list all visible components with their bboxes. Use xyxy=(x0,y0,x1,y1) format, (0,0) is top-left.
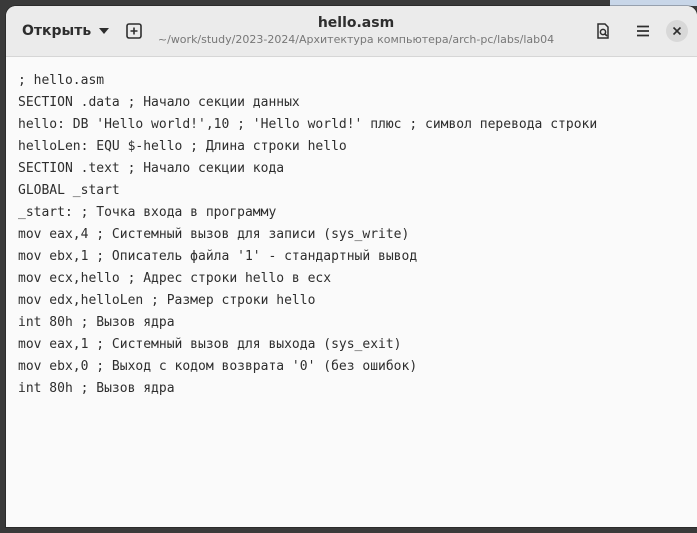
open-button-label: Открыть xyxy=(22,23,92,39)
code-line: mov ebx,0 ; Выход с кодом возврата '0' (… xyxy=(18,359,418,374)
code-line: _start: ; Точка входа в программу xyxy=(18,205,277,220)
document-title: hello.asm xyxy=(317,15,395,31)
code-line: GLOBAL _start xyxy=(18,183,120,198)
code-line: mov ebx,1 ; Описатель файла '1' - станда… xyxy=(18,249,418,264)
find-button[interactable] xyxy=(589,17,617,45)
close-button[interactable] xyxy=(666,20,688,42)
code-line: mov ecx,hello ; Адрес строки hello в ecx xyxy=(18,271,332,286)
code-line: helloLen: EQU $-hello ; Длина строки hel… xyxy=(18,139,347,154)
code-line: mov edx,helloLen ; Размер строки hello xyxy=(18,293,316,308)
code-line: SECTION .text ; Начало секции кода xyxy=(18,161,285,176)
code-line: hello: DB 'Hello world!',10 ; 'Hello wor… xyxy=(18,117,598,132)
text-editor-window: Открыть hello.asm ~/work/study/2023-2024… xyxy=(6,6,697,527)
code-line: int 80h ; Вызов ядра xyxy=(18,381,175,396)
main-menu-button[interactable] xyxy=(629,17,657,45)
chevron-down-icon xyxy=(99,28,110,34)
code-line: ; hello.asm xyxy=(18,73,105,88)
open-button[interactable]: Открыть xyxy=(14,17,117,45)
document-path: ~/work/study/2023-2024/Архитектура компь… xyxy=(157,33,555,46)
new-tab-button[interactable] xyxy=(120,17,148,45)
code-line: mov eax,4 ; Системный вызов для записи (… xyxy=(18,227,410,242)
code-line: mov eax,1 ; Системный вызов для выхода (… xyxy=(18,337,402,352)
code-content: ; hello.asm SECTION .data ; Начало секци… xyxy=(18,70,597,400)
header-bar: Открыть hello.asm ~/work/study/2023-2024… xyxy=(6,6,697,57)
new-document-icon xyxy=(126,23,142,39)
hamburger-menu-icon xyxy=(637,25,649,37)
code-line: int 80h ; Вызов ядра xyxy=(18,315,175,330)
code-line: SECTION .data ; Начало секции данных xyxy=(18,95,300,110)
close-icon xyxy=(672,26,682,36)
find-icon xyxy=(597,23,609,39)
text-editor-area[interactable]: ; hello.asm SECTION .data ; Начало секци… xyxy=(6,57,697,527)
window-title: hello.asm ~/work/study/2023-2024/Архитек… xyxy=(156,14,556,48)
